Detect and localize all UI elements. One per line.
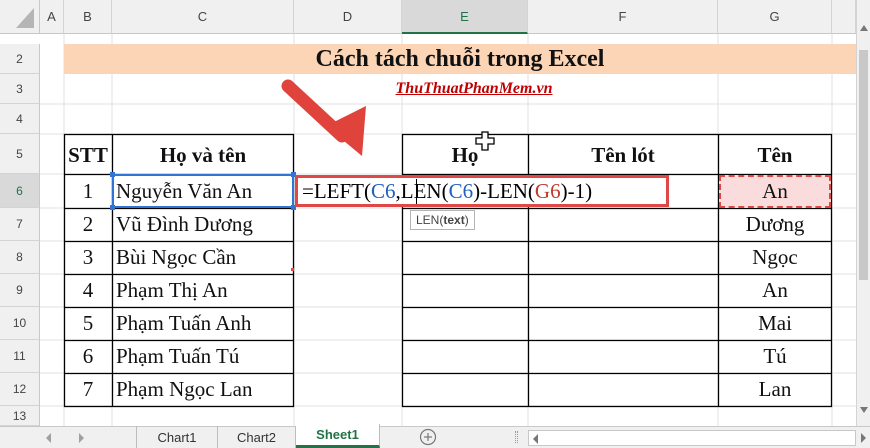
formula-len-func: ,LEN(	[395, 178, 449, 203]
formula-ref-c6-inner: C6	[448, 178, 474, 203]
cursor-icon	[475, 131, 495, 151]
cell-ten[interactable]: Tú	[718, 340, 832, 373]
formula-len-func-2: )-LEN(	[473, 178, 535, 203]
tooltip-fn: LEN(	[416, 213, 444, 227]
cell-ten[interactable]: Dương	[718, 208, 832, 241]
formula-ref-g6: G6	[534, 178, 561, 203]
add-sheet-icon[interactable]	[418, 427, 438, 447]
cell-full-name[interactable]: Phạm Tuấn Anh	[112, 307, 294, 340]
cell-full-name[interactable]: Bùi Ngọc Cần	[112, 241, 294, 274]
cell-stt[interactable]: 4	[64, 274, 112, 307]
vertical-scrollbar[interactable]	[856, 0, 870, 426]
header-ho[interactable]: Họ	[402, 136, 528, 174]
cell-full-name[interactable]: Phạm Ngọc Lan	[112, 373, 294, 406]
cell-stt[interactable]: 5	[64, 307, 112, 340]
hscroll-right-icon[interactable]	[858, 432, 868, 444]
scroll-left-icon[interactable]	[44, 432, 54, 444]
cell-ten[interactable]: An	[718, 274, 832, 307]
cell-stt[interactable]: 1	[64, 175, 112, 208]
tooltip-arg: text	[443, 213, 465, 227]
cell-full-name[interactable]: Vũ Đình Dương	[112, 208, 294, 241]
scroll-thumb[interactable]	[859, 50, 868, 280]
scroll-up-icon[interactable]	[857, 22, 870, 34]
scroll-down-icon[interactable]	[857, 404, 870, 416]
tab-sheet1[interactable]: Sheet1	[296, 424, 380, 448]
tab-chart1[interactable]: Chart1	[136, 426, 218, 448]
cell-full-name[interactable]: Nguyễn Văn An	[112, 175, 294, 208]
scroll-right-icon[interactable]	[76, 432, 86, 444]
cell-stt[interactable]: 7	[64, 373, 112, 406]
cell-ten[interactable]: Ngọc	[718, 241, 832, 274]
cell-ten[interactable]: Mai	[718, 307, 832, 340]
cell-ten[interactable]: Lan	[718, 373, 832, 406]
tab-chart2[interactable]: Chart2	[218, 426, 296, 448]
cell-full-name[interactable]: Phạm Tuấn Tú	[112, 340, 294, 373]
header-ten-lot[interactable]: Tên lót	[528, 136, 718, 174]
hscroll-left-icon[interactable]	[531, 433, 541, 445]
formula-left-func: =LEFT(	[302, 178, 371, 203]
cell-ten-g6[interactable]: An	[719, 175, 831, 208]
header-full-name[interactable]: Họ và tên	[112, 136, 294, 174]
arrow-annotation-icon	[281, 79, 366, 156]
cell-stt[interactable]: 2	[64, 208, 112, 241]
text-cursor	[416, 179, 417, 204]
formula-ref-c6: C6	[371, 178, 396, 203]
header-ten[interactable]: Tên	[718, 136, 832, 174]
cell-stt[interactable]: 6	[64, 340, 112, 373]
function-tooltip[interactable]: LEN(text)	[410, 210, 475, 230]
tooltip-close: )	[464, 213, 469, 227]
cell-stt[interactable]: 3	[64, 241, 112, 274]
tab-splitter[interactable]	[515, 431, 518, 443]
horizontal-scrollbar[interactable]	[528, 430, 856, 446]
formula-tail: )-1)	[560, 178, 593, 203]
cell-full-name[interactable]: Phạm Thị An	[112, 274, 294, 307]
header-stt[interactable]: STT	[64, 136, 112, 174]
